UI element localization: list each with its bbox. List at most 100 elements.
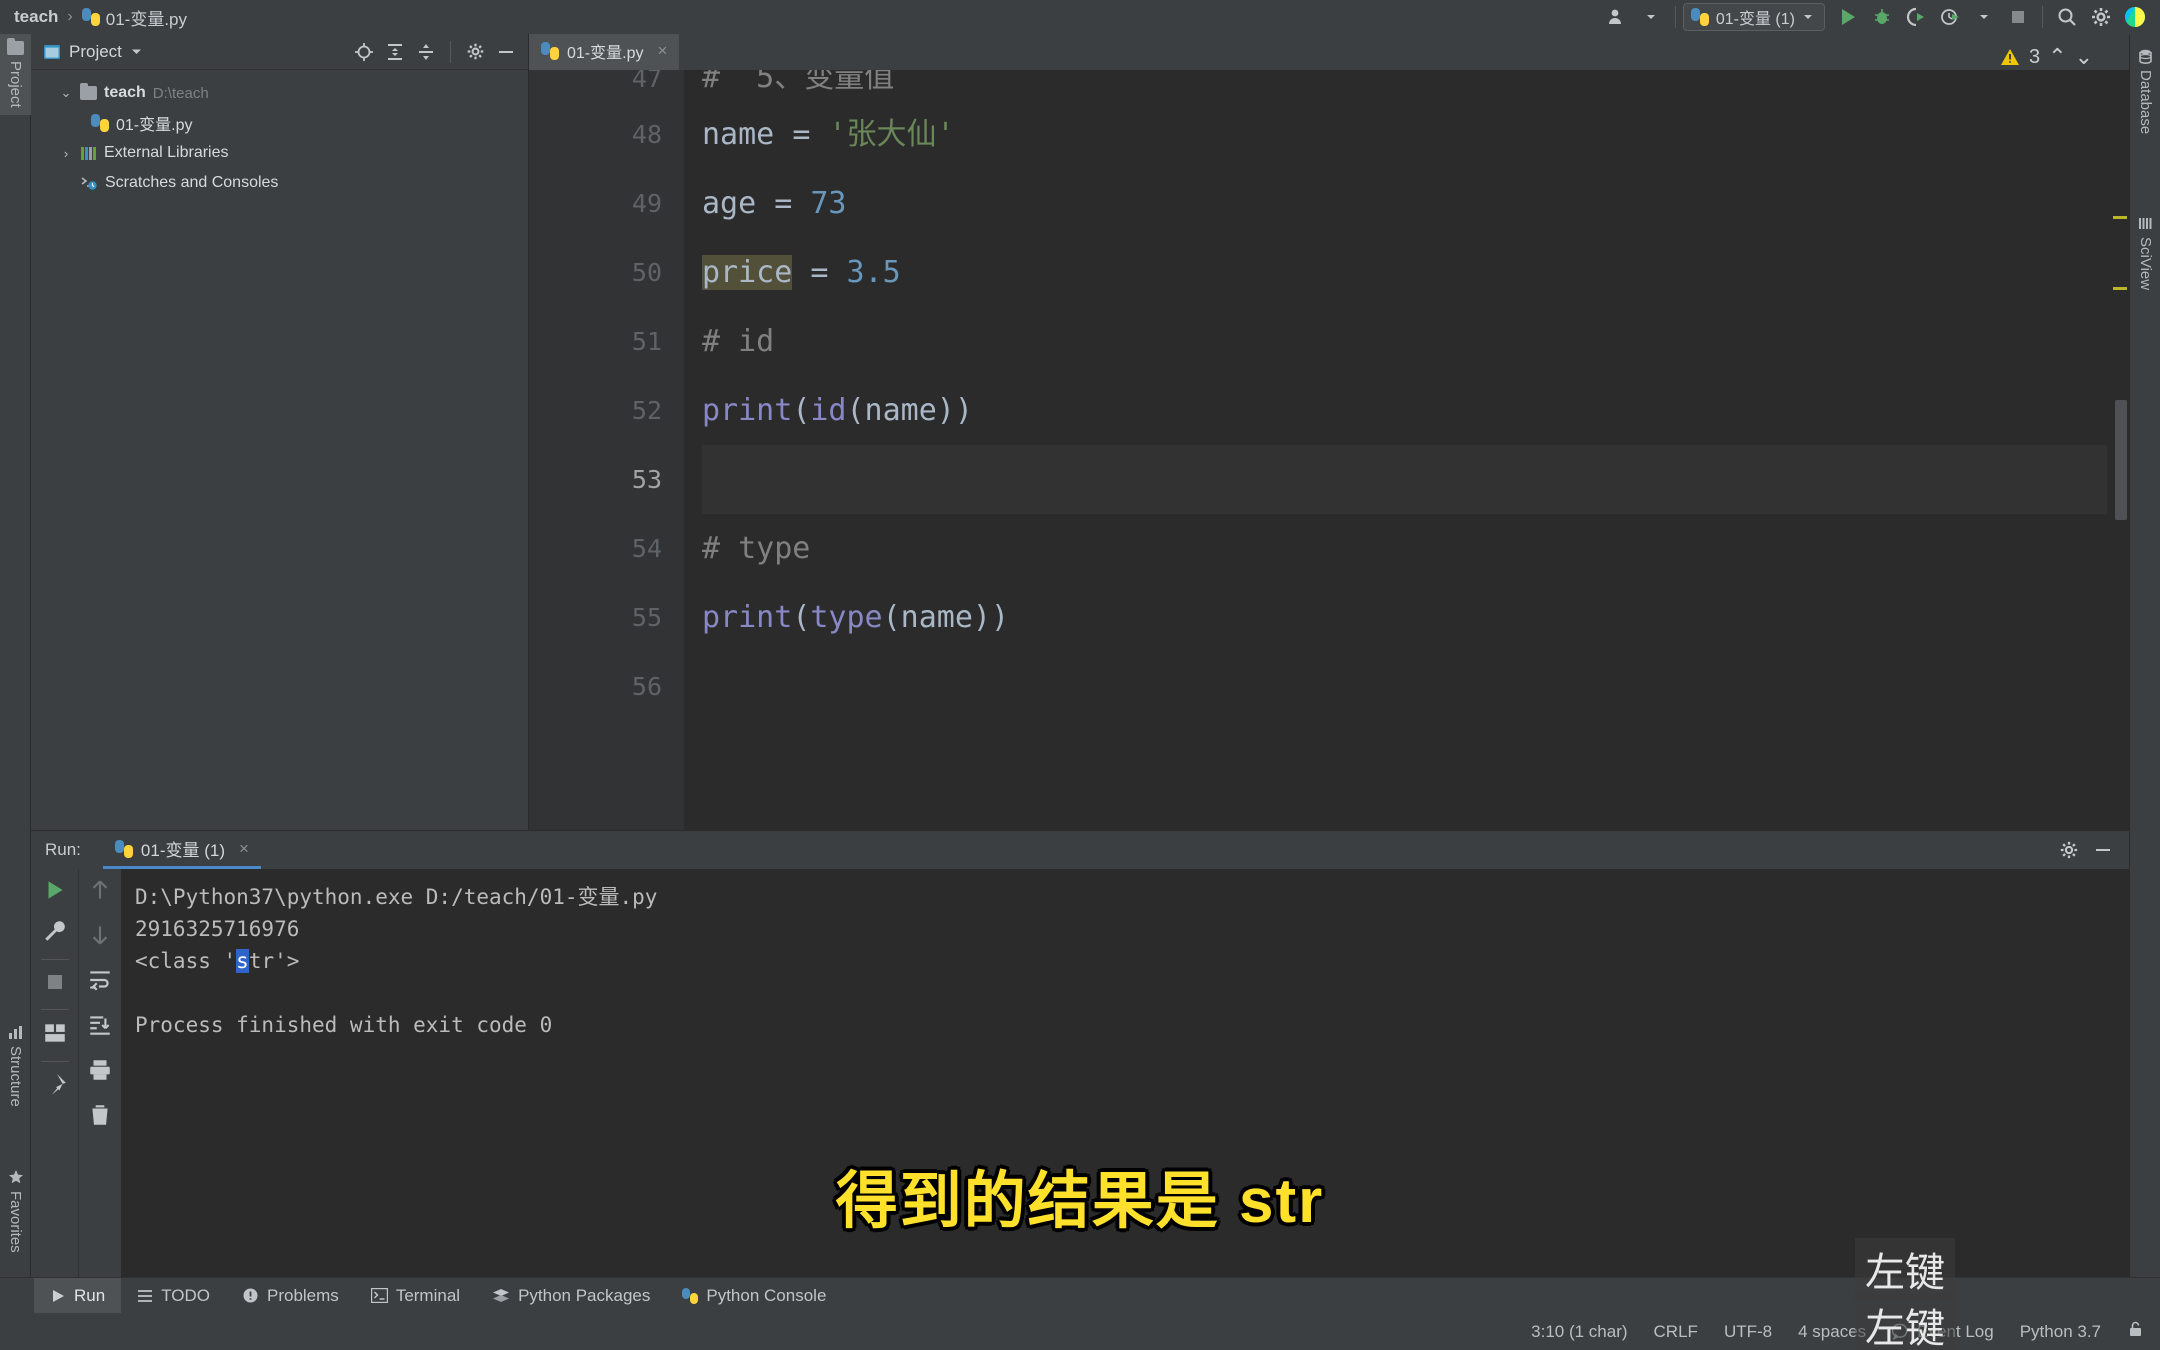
tree-node-file[interactable]: 01-变量.py [31, 108, 528, 138]
minimize-icon[interactable] [492, 38, 520, 66]
close-icon[interactable]: × [657, 41, 667, 61]
editor-tab-01-bianliang[interactable]: 01-变量.py × [529, 34, 680, 70]
python-icon [1690, 8, 1709, 26]
gear-icon[interactable] [2055, 836, 2083, 864]
rerun-button[interactable] [42, 877, 68, 908]
trash-icon[interactable] [87, 1102, 113, 1133]
tree-node-scratches[interactable]: Scratches and Consoles [31, 168, 528, 198]
sidebar-item-database[interactable]: Database [2130, 42, 2160, 141]
gutter-line-54[interactable]: 54 [529, 514, 684, 583]
gutter-line-51[interactable]: 51 [529, 307, 684, 376]
wrench-icon[interactable] [42, 918, 68, 949]
next-problem-icon[interactable]: ⌄ [2075, 44, 2093, 70]
arrow-up-icon[interactable] [87, 877, 113, 908]
run-configuration-label: 01-变量 (1) [1715, 11, 1795, 28]
tree-node-teach[interactable]: ⌄ teach D:\teach [31, 78, 528, 108]
profile-dropdown-icon[interactable] [1967, 2, 2001, 32]
python-icon [114, 839, 133, 858]
caret-position[interactable]: 3:10 (1 char) [1531, 1322, 1627, 1342]
soft-wrap-icon[interactable] [87, 967, 113, 998]
run-panel-tab[interactable]: 01-变量 (1) × [102, 831, 261, 869]
code-line-51[interactable]: # id [702, 307, 2129, 376]
expand-all-icon[interactable] [381, 38, 409, 66]
gutter-line-52[interactable]: 52 [529, 376, 684, 445]
title-bar: teach › 01-变量.py 01-变量 (1) [0, 0, 2160, 34]
code-token: '张大仙' [828, 117, 955, 152]
bottom-bar-item-todo[interactable]: TODO [121, 1278, 226, 1314]
stop-button[interactable] [2001, 2, 2035, 32]
editor-scrollbar-thumb[interactable] [2115, 400, 2127, 520]
chevron-down-icon[interactable]: ⌄ [59, 85, 73, 101]
python-icon [682, 1287, 699, 1304]
print-icon[interactable] [87, 1057, 113, 1088]
chevron-down-icon[interactable] [130, 45, 143, 58]
profile-button[interactable] [1933, 2, 1967, 32]
bottom-bar-item-terminal[interactable]: Terminal [355, 1278, 476, 1314]
gutter-line-55[interactable]: 55 [529, 583, 684, 652]
scroll-to-end-icon[interactable] [87, 1012, 113, 1043]
bottom-bar-item-python-packages[interactable]: Python Packages [476, 1278, 666, 1314]
code-line-56[interactable] [702, 652, 2129, 721]
code-line-49[interactable]: age = 73 [702, 169, 2129, 238]
run-console-output[interactable]: D:\Python37\python.exe D:/teach/01-变量.py… [121, 869, 2129, 1297]
account-icon[interactable] [1600, 2, 1634, 32]
sidebar-item-project[interactable]: Project [0, 34, 31, 115]
gear-icon[interactable] [461, 38, 489, 66]
bottom-bar-item-problems[interactable]: Problems [226, 1278, 355, 1314]
code-token: = [774, 186, 811, 221]
chevron-right-icon[interactable]: › [59, 146, 73, 161]
gutter-line-48[interactable]: 48 [529, 100, 684, 169]
gutter-line-50[interactable]: 50 [529, 238, 684, 307]
collapse-all-icon[interactable] [412, 38, 440, 66]
gutter-line-53[interactable]: 53 [529, 445, 684, 514]
tree-node-external-libraries[interactable]: › External Libraries [31, 138, 528, 168]
layout-icon[interactable] [42, 1020, 68, 1051]
account-dropdown-icon[interactable] [1634, 2, 1668, 32]
minimize-icon[interactable] [2089, 836, 2117, 864]
code-line-53[interactable] [702, 445, 2129, 514]
code-line-50[interactable]: price = 3.5 [702, 238, 2129, 307]
sidebar-item-favorites[interactable]: Favorites [0, 1162, 31, 1260]
pycharm-logo-icon [2118, 2, 2152, 32]
toolbar-divider [40, 959, 69, 960]
code-text-area[interactable]: # 5、变量值 name = '张大仙' age = 73 price = 3.5 #… [684, 70, 2129, 830]
run-panel-body: D:\Python37\python.exe D:/teach/01-变量.py… [31, 869, 2129, 1297]
inspection-status-badge[interactable]: 3 ⌃ ⌄ [1999, 44, 2093, 70]
breadcrumb-project[interactable]: teach [14, 7, 58, 27]
breadcrumb-file[interactable]: 01-变量.py [106, 5, 187, 30]
code-line-48[interactable]: name = '张大仙' [702, 100, 2129, 169]
debug-button[interactable] [1865, 2, 1899, 32]
error-stripe-gutter[interactable] [2107, 70, 2129, 830]
gutter-line-56[interactable]: 56 [529, 652, 684, 721]
console-selected-text[interactable]: s [236, 949, 249, 973]
arrow-down-icon[interactable] [87, 922, 113, 953]
stripe-warning-marker[interactable] [2113, 287, 2127, 290]
line-separator[interactable]: CRLF [1654, 1322, 1698, 1342]
code-line-52[interactable]: print(id(name)) [702, 376, 2129, 445]
interpreter-label[interactable]: Python 3.7 [2020, 1322, 2101, 1342]
run-configuration-selector[interactable]: 01-变量 (1) [1682, 3, 1825, 31]
pin-icon[interactable] [42, 1072, 68, 1103]
run-coverage-button[interactable] [1899, 2, 1933, 32]
code-token: # id [702, 324, 775, 359]
prev-problem-icon[interactable]: ⌃ [2048, 44, 2066, 70]
bottom-bar-item-run[interactable]: Run [34, 1277, 122, 1314]
gutter-line-49[interactable]: 49 [529, 169, 684, 238]
gutter-lines: 48 49 50 51 52 53 54 55 56 [529, 100, 684, 721]
editor-body: 47 48 49 50 51 52 53 54 55 56 # 5、变量值 name = '张大… [529, 70, 2129, 830]
run-button[interactable] [1831, 2, 1865, 32]
scroll-from-source-icon[interactable] [350, 38, 378, 66]
lock-icon[interactable] [2127, 1320, 2144, 1343]
stripe-warning-marker[interactable] [2113, 216, 2127, 219]
code-line-55[interactable]: print(type(name)) [702, 583, 2129, 652]
code-token: = [792, 117, 829, 152]
gear-icon[interactable] [2084, 2, 2118, 32]
sidebar-item-structure[interactable]: Structure [0, 1018, 31, 1114]
sidebar-item-sciview[interactable]: SciView [2130, 209, 2160, 297]
search-icon[interactable] [2050, 2, 2084, 32]
file-encoding[interactable]: UTF-8 [1724, 1322, 1772, 1342]
code-line-54[interactable]: # type [702, 514, 2129, 583]
close-icon[interactable]: × [239, 839, 249, 859]
bottom-bar-item-python-console[interactable]: Python Console [666, 1278, 842, 1314]
stop-button[interactable] [43, 970, 67, 999]
